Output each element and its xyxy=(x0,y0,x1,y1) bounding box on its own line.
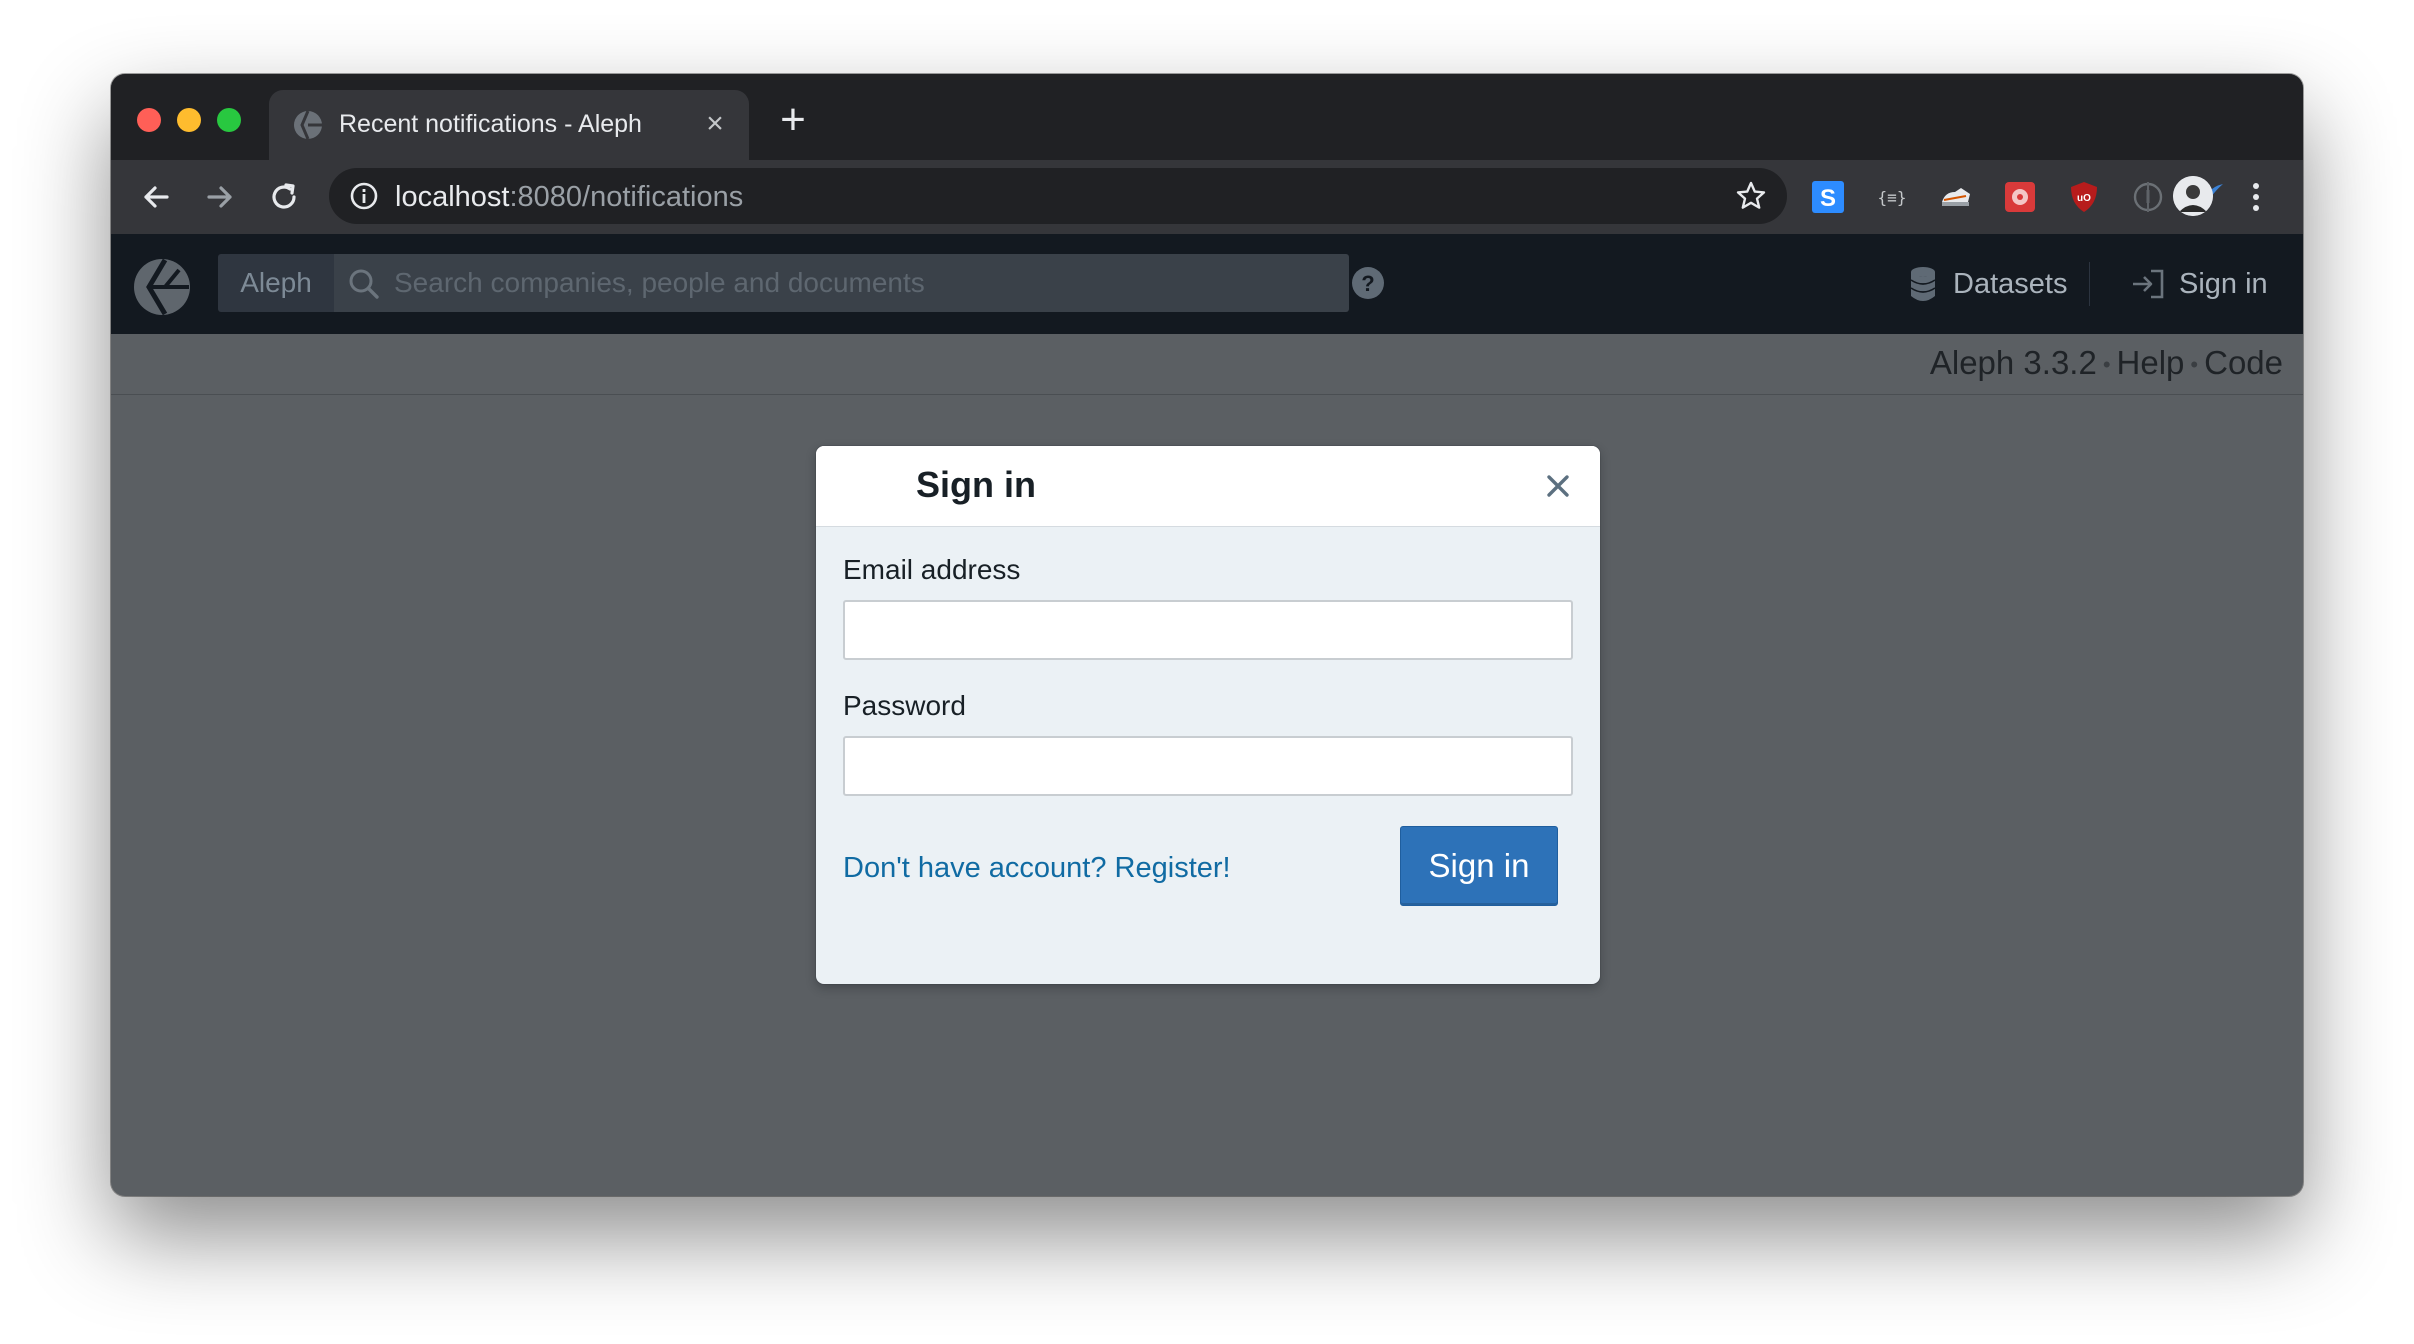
code-link[interactable]: Code xyxy=(2204,344,2283,381)
close-tab-icon[interactable]: × xyxy=(701,109,729,139)
url-host: localhost xyxy=(395,181,510,213)
close-window-button[interactable] xyxy=(137,108,161,132)
register-link[interactable]: Don't have account? Register! xyxy=(843,852,1231,885)
browser-tab[interactable]: Recent notifications - Aleph × xyxy=(269,90,749,160)
site-info-icon[interactable] xyxy=(349,181,379,211)
back-arrow-icon[interactable] xyxy=(137,178,175,216)
reload-icon[interactable] xyxy=(265,178,303,216)
ublock-icon[interactable]: uO xyxy=(2067,180,2101,214)
aleph-favicon-icon xyxy=(294,110,322,140)
signin-nav-label: Sign in xyxy=(2179,268,2268,300)
extension-json-icon[interactable]: {≡} xyxy=(1875,180,1909,214)
extension-s-icon[interactable]: S xyxy=(1811,180,1845,214)
nav-separator xyxy=(2089,262,2090,306)
svg-text:uO: uO xyxy=(2077,193,2091,204)
forward-arrow-icon[interactable] xyxy=(201,178,239,216)
search-icon xyxy=(349,269,379,299)
close-dialog-icon[interactable] xyxy=(1542,470,1574,502)
separator-dot: • xyxy=(2190,352,2199,378)
password-label: Password xyxy=(843,690,966,721)
help-link[interactable]: Help xyxy=(2117,344,2185,381)
svg-text:?: ? xyxy=(1361,271,1374,296)
new-tab-icon[interactable]: + xyxy=(773,98,813,142)
browser-menu-icon[interactable] xyxy=(2249,178,2263,216)
browser-window: Recent notifications - Aleph × + localho… xyxy=(111,74,2303,1196)
url-path: :8080/notifications xyxy=(509,181,744,213)
bookmark-star-icon[interactable] xyxy=(1735,180,1767,212)
dialog-title: Sign in xyxy=(916,464,1036,505)
minimize-window-button[interactable] xyxy=(177,108,201,132)
brand-label[interactable]: Aleph xyxy=(218,254,334,312)
email-field[interactable] xyxy=(843,600,1573,660)
database-icon xyxy=(1910,267,1936,301)
password-field[interactable] xyxy=(843,736,1573,796)
aleph-logo-icon[interactable] xyxy=(133,258,191,316)
maximize-window-button[interactable] xyxy=(217,108,241,132)
svg-text:{≡}: {≡} xyxy=(1878,188,1907,207)
toolbar-separator xyxy=(2147,182,2149,212)
tab-strip: Recent notifications - Aleph × + xyxy=(111,74,2303,160)
version-bar: Aleph 3.3.2 • Help • Code xyxy=(111,334,2303,395)
separator-dot: • xyxy=(2102,352,2111,378)
extension-shoe-icon[interactable] xyxy=(1939,180,1973,214)
signin-submit-button[interactable]: Sign in xyxy=(1400,826,1558,906)
search-input[interactable] xyxy=(334,254,1349,312)
tab-title: Recent notifications - Aleph xyxy=(339,110,642,138)
email-label: Email address xyxy=(843,554,1021,585)
log-in-icon xyxy=(2133,269,2164,299)
profile-avatar[interactable] xyxy=(2173,176,2213,216)
signin-dialog: Sign in Email address Password Don't hav… xyxy=(816,446,1600,984)
address-bar[interactable]: localhost:8080/notifications xyxy=(329,168,1787,224)
datasets-label: Datasets xyxy=(1953,268,2068,300)
help-question-icon[interactable]: ? xyxy=(1351,266,1385,300)
version-label: Aleph 3.3.2 xyxy=(1929,344,2097,381)
extension-puzzle-icon[interactable] xyxy=(2003,180,2037,214)
url-text: localhost:8080/notifications xyxy=(395,181,743,214)
footer-links: Aleph 3.3.2 • Help • Code xyxy=(1930,344,2283,382)
dialog-header: Sign in xyxy=(816,446,1600,527)
svg-text:S: S xyxy=(1820,185,1836,212)
app-navbar: Aleph ? Datasets Sign in xyxy=(111,234,2303,334)
browser-toolbar: localhost:8080/notifications S {≡} uO xyxy=(111,160,2303,234)
